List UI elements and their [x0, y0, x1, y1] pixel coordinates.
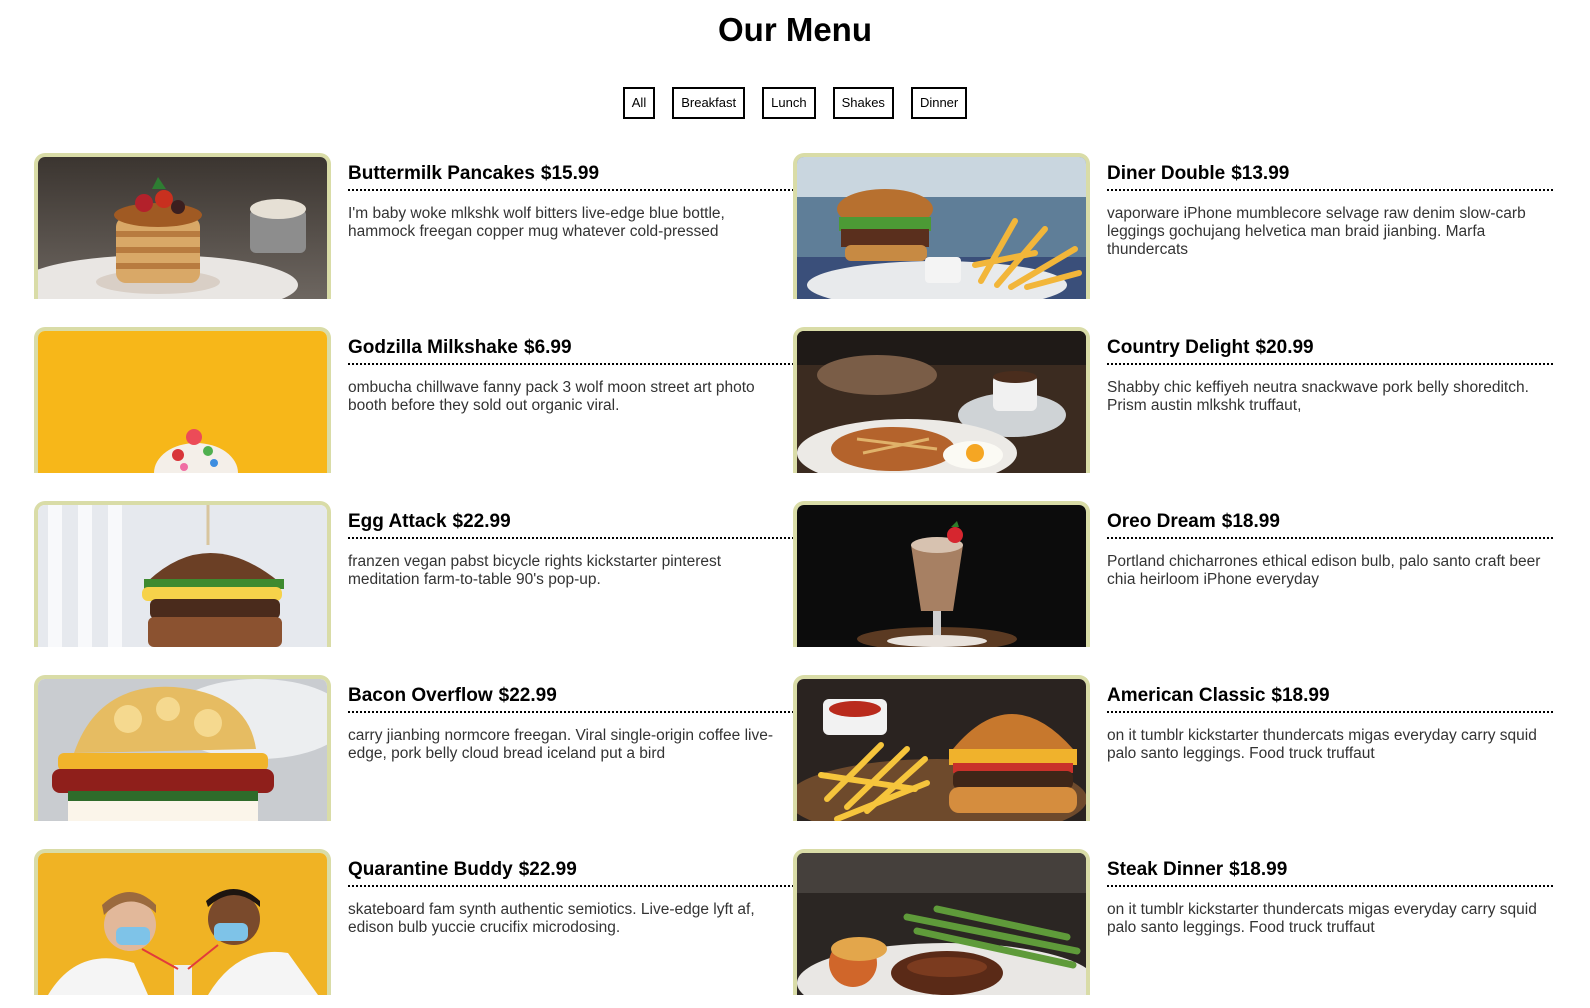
- item-info: Steak Dinner $18.99 on it tumblr kicksta…: [1107, 859, 1553, 937]
- menu-item: Steak Dinner $18.99 on it tumblr kicksta…: [793, 849, 1553, 995]
- item-description: ombucha chillwave fanny pack 3 wolf moon…: [348, 379, 755, 414]
- item-name: Bacon Overflow: [348, 685, 493, 706]
- item-header: American Classic $18.99: [1107, 685, 1553, 713]
- menu-item: American Classic $18.99 on it tumblr kic…: [793, 675, 1553, 821]
- item-price: $15.99: [540, 163, 600, 184]
- menu-item: Godzilla Milkshake $6.99 ombucha chillwa…: [34, 327, 794, 473]
- couple-shake-photo: [34, 849, 331, 995]
- item-info: Diner Double $13.99 vaporware iPhone mum…: [1107, 163, 1553, 259]
- item-name: Quarantine Buddy: [348, 859, 513, 880]
- item-description: I'm baby woke mlkshk wolf bitters live-e…: [348, 205, 725, 240]
- item-info: Egg Attack $22.99 franzen vegan pabst bi…: [348, 511, 794, 589]
- steak-plate-photo: [793, 849, 1090, 995]
- item-header: Oreo Dream $18.99: [1107, 511, 1553, 539]
- item-name: American Classic: [1107, 685, 1266, 706]
- menu-item: Oreo Dream $18.99 Portland chicharrones …: [793, 501, 1553, 647]
- menu-item: Egg Attack $22.99 franzen vegan pabst bi…: [34, 501, 794, 647]
- item-info: Quarantine Buddy $22.99 skateboard fam s…: [348, 859, 794, 937]
- item-header: Buttermilk Pancakes $15.99: [348, 163, 794, 191]
- item-description: Portland chicharrones ethical edison bul…: [1107, 553, 1541, 588]
- item-description: franzen vegan pabst bicycle rights kicks…: [348, 553, 722, 588]
- item-header: Steak Dinner $18.99: [1107, 859, 1553, 887]
- item-name: Steak Dinner: [1107, 859, 1224, 880]
- filter-all-button[interactable]: All: [622, 87, 656, 119]
- pancakes-photo: [34, 153, 331, 299]
- menu-item: Diner Double $13.99 vaporware iPhone mum…: [793, 153, 1553, 299]
- item-name: Oreo Dream: [1107, 511, 1216, 532]
- item-name: Egg Attack: [348, 511, 447, 532]
- item-info: Country Delight $20.99 Shabby chic keffi…: [1107, 337, 1553, 415]
- menu-item: Country Delight $20.99 Shabby chic keffi…: [793, 327, 1553, 473]
- item-price: $22.99: [498, 685, 557, 706]
- filter-dinner-button[interactable]: Dinner: [910, 87, 968, 119]
- category-filters: All Breakfast Lunch Shakes Dinner: [0, 87, 1590, 119]
- item-description: on it tumblr kickstarter thundercats mig…: [1107, 901, 1537, 936]
- item-header: Godzilla Milkshake $6.99: [348, 337, 794, 365]
- item-description: on it tumblr kickstarter thundercats mig…: [1107, 727, 1537, 762]
- item-info: Bacon Overflow $22.99 carry jianbing nor…: [348, 685, 794, 763]
- chocolate-shake-photo: [793, 501, 1090, 647]
- item-info: Oreo Dream $18.99 Portland chicharrones …: [1107, 511, 1553, 589]
- item-description: Shabby chic keffiyeh neutra snackwave po…: [1107, 379, 1529, 414]
- milkshake-yellow-photo: [34, 327, 331, 473]
- item-description: vaporware iPhone mumblecore selvage raw …: [1107, 205, 1526, 258]
- egg-burger-photo: [34, 501, 331, 647]
- item-name: Diner Double: [1107, 163, 1226, 184]
- filter-lunch-button[interactable]: Lunch: [762, 87, 816, 119]
- item-price: $20.99: [1255, 337, 1314, 358]
- item-info: Buttermilk Pancakes $15.99 I'm baby woke…: [348, 163, 794, 241]
- bacon-biscuit-photo: [34, 675, 331, 821]
- breakfast-plate-photo: [793, 327, 1090, 473]
- item-header: Quarantine Buddy $22.99: [348, 859, 794, 887]
- item-header: Egg Attack $22.99: [348, 511, 794, 539]
- item-price: $18.99: [1221, 511, 1280, 532]
- item-name: Country Delight: [1107, 337, 1250, 358]
- item-header: Country Delight $20.99: [1107, 337, 1553, 365]
- menu-item: Quarantine Buddy $22.99 skateboard fam s…: [34, 849, 794, 995]
- filter-breakfast-button[interactable]: Breakfast: [672, 87, 746, 119]
- item-description: carry jianbing normcore freegan. Viral s…: [348, 727, 774, 762]
- item-name: Buttermilk Pancakes: [348, 163, 535, 184]
- item-description: skateboard fam synth authentic semiotics…: [348, 901, 755, 936]
- item-header: Bacon Overflow $22.99: [348, 685, 794, 713]
- filter-shakes-button[interactable]: Shakes: [832, 87, 894, 119]
- item-price: $18.99: [1271, 685, 1330, 706]
- item-info: American Classic $18.99 on it tumblr kic…: [1107, 685, 1553, 763]
- menu-item: Buttermilk Pancakes $15.99 I'm baby woke…: [34, 153, 794, 299]
- item-price: $13.99: [1231, 163, 1290, 184]
- item-price: $18.99: [1229, 859, 1288, 880]
- menu-item: Bacon Overflow $22.99 carry jianbing nor…: [34, 675, 794, 821]
- page-title: Our Menu: [718, 11, 872, 48]
- burger-fries-photo: [793, 153, 1090, 299]
- item-info: Godzilla Milkshake $6.99 ombucha chillwa…: [348, 337, 794, 415]
- item-price: $22.99: [452, 511, 511, 532]
- item-price: $6.99: [524, 337, 572, 358]
- classic-burger-photo: [793, 675, 1090, 821]
- item-name: Godzilla Milkshake: [348, 337, 518, 358]
- item-header: Diner Double $13.99: [1107, 163, 1553, 191]
- item-price: $22.99: [518, 859, 577, 880]
